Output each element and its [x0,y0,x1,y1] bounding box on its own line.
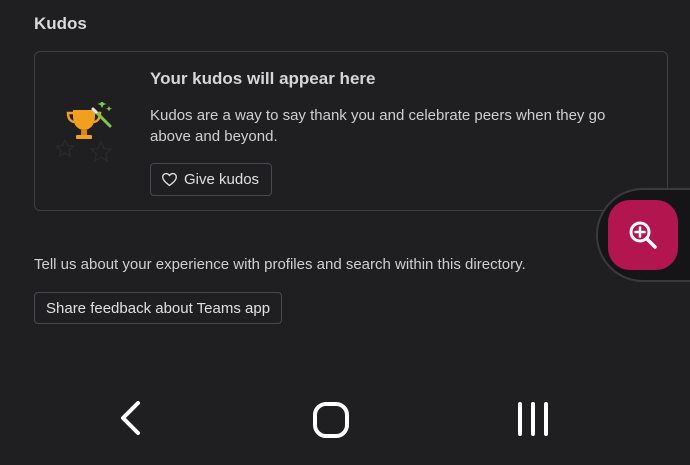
android-navigation-bar [0,380,690,465]
kudos-description: Kudos are a way to say thank you and cel… [150,107,606,145]
give-kudos-button[interactable]: Give kudos [150,163,273,196]
feedback-prompt: Tell us about your experience with profi… [34,256,526,273]
recent-apps-icon[interactable] [514,402,554,436]
trophy-with-stars-icon [54,100,125,172]
heart-icon [162,172,177,187]
profile-page: Kudos Your kudos will appear here Kudos … [0,0,690,465]
kudos-empty-card: Your kudos will appear here Kudos are a … [34,51,668,211]
kudos-empty-heading: Your kudos will appear here [150,69,376,88]
zoom-in-button[interactable] [608,200,678,270]
kudos-section-title: Kudos [34,14,87,33]
zoom-in-icon [629,221,657,249]
share-feedback-button[interactable]: Share feedback about Teams app [34,292,283,324]
give-kudos-label: Give kudos [184,171,260,188]
back-chevron-icon[interactable] [116,400,146,436]
home-icon[interactable] [311,400,351,440]
